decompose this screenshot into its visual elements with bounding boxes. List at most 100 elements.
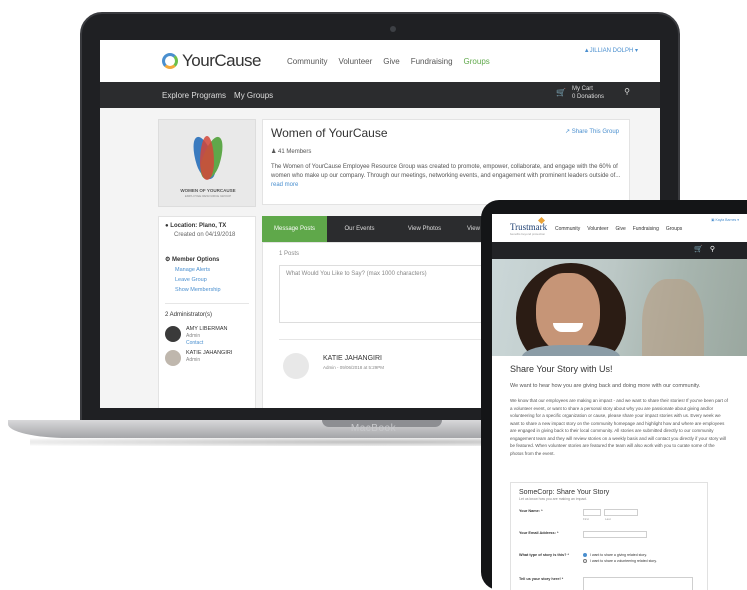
sub-nav: Explore Programs My Groups 🛒 My Cart 0 D… bbox=[100, 82, 660, 108]
cart-title: My Cart bbox=[571, 86, 593, 92]
group-logo-line2: EMPLOYEE RESOURCE GROUP bbox=[184, 194, 232, 198]
story-form: SomeCorp: Share Your Story Let us know h… bbox=[510, 482, 708, 590]
avatar bbox=[165, 350, 181, 366]
story-row: Tell us your story here! * bbox=[519, 577, 699, 590]
show-membership-link[interactable]: Show Membership bbox=[165, 287, 249, 293]
subnav-explore-programs[interactable]: Explore Programs bbox=[162, 91, 226, 100]
nav-volunteer[interactable]: Volunteer bbox=[338, 57, 372, 66]
location: ● Location: Plano, TX bbox=[165, 223, 227, 229]
cart-button[interactable]: 🛒 My Cart 0 Donations bbox=[556, 85, 604, 101]
group-sidebar: ● Location: Plano, TX Created on 04/19/2… bbox=[158, 216, 256, 408]
top-header: YourCause Community Volunteer Give Fundr… bbox=[100, 40, 660, 82]
post-author: KATIE JAHANGIRI bbox=[323, 355, 382, 362]
nav-groups[interactable]: Groups bbox=[464, 57, 490, 66]
story-heading: Share Your Story with Us! bbox=[510, 364, 613, 374]
last-caption: Last bbox=[605, 517, 611, 521]
name-label: Your Name: * bbox=[519, 509, 543, 513]
nav-groups[interactable]: Groups bbox=[666, 226, 682, 232]
members-text: 41 Members bbox=[278, 149, 312, 155]
member-options-title: ⚙ Member Options bbox=[165, 257, 220, 263]
avatar bbox=[283, 353, 309, 379]
last-name-input[interactable] bbox=[604, 509, 638, 516]
admin-item: AMY LIBERMAN Admin Contact bbox=[165, 326, 249, 346]
divider bbox=[279, 339, 515, 340]
group-description: The Women of YourCause Employee Resource… bbox=[271, 163, 625, 190]
post-message-input[interactable]: What Would You Like to Say? (max 1000 ch… bbox=[279, 265, 515, 323]
admin-role: Admin bbox=[186, 333, 201, 339]
manage-alerts-link[interactable]: Manage Alerts bbox=[165, 267, 249, 273]
cart-icon[interactable]: 🛒 bbox=[694, 245, 703, 253]
user-menu[interactable]: ▣ Kayla Barnes ▾ bbox=[711, 218, 739, 222]
yourcause-logo[interactable]: YourCause bbox=[162, 51, 262, 71]
post-count: 1 Posts bbox=[279, 251, 300, 257]
leave-group-link[interactable]: Leave Group bbox=[165, 277, 249, 283]
nav-give[interactable]: Give bbox=[615, 226, 625, 232]
tab-view-photos[interactable]: View Photos bbox=[392, 216, 457, 242]
location-text: Location: Plano, TX bbox=[170, 223, 227, 229]
tablet-subbar: 🛒 ⚲ bbox=[492, 242, 747, 259]
tab-our-events[interactable]: Our Events bbox=[327, 216, 392, 242]
cart-count: 0 Donations bbox=[571, 94, 604, 100]
logo-ring-icon bbox=[162, 53, 178, 69]
volunteering-story-radio[interactable]: I want to share a volunteering related s… bbox=[583, 559, 657, 563]
name-row: Your Name: * First Last bbox=[519, 509, 699, 523]
member-count: ♟ 41 Members bbox=[271, 149, 312, 155]
admins-title: 2 Administrator(s) bbox=[165, 312, 213, 318]
email-input[interactable] bbox=[583, 531, 647, 538]
user-menu[interactable]: ▲JILLIAN DOLPH ▾ bbox=[584, 47, 638, 54]
leaf-red bbox=[200, 136, 214, 180]
subnav-my-groups[interactable]: My Groups bbox=[234, 91, 273, 100]
post-meta: Admin - 09/06/2018 at 5:29PM bbox=[323, 365, 385, 370]
share-label: Share This Group bbox=[571, 129, 619, 135]
background-person bbox=[642, 279, 704, 356]
hero-face bbox=[536, 273, 600, 353]
cart-icon: 🛒 bbox=[556, 88, 566, 97]
radio-selected-icon bbox=[583, 553, 587, 557]
admin-contact-link[interactable]: Contact bbox=[186, 340, 227, 346]
created-date: Created on 04/19/2018 bbox=[174, 232, 236, 238]
admin-name: KATIE JAHANGIRI bbox=[186, 350, 233, 356]
radio-empty-icon bbox=[583, 559, 587, 563]
main-nav: Community Volunteer Give Fundraising Gro… bbox=[287, 57, 490, 66]
admin-role: Admin bbox=[186, 357, 201, 363]
admin-item: KATIE JAHANGIRI Admin bbox=[165, 350, 249, 366]
type-label: What type of story is this? * bbox=[519, 553, 569, 557]
story-label: Tell us your story here! * bbox=[519, 577, 564, 581]
tablet-screen: Trustmark benefits beyond protection Com… bbox=[492, 214, 747, 590]
story-body: We know that our employees are making an… bbox=[510, 398, 728, 456]
type-row: What type of story is this? * I want to … bbox=[519, 553, 699, 569]
nav-community[interactable]: Community bbox=[555, 226, 580, 232]
tablet-header: Trustmark benefits beyond protection Com… bbox=[492, 214, 747, 242]
share-group-link[interactable]: ↗ Share This Group bbox=[565, 128, 619, 135]
nav-community[interactable]: Community bbox=[287, 57, 327, 66]
hero-smile bbox=[553, 323, 583, 332]
nav-fundraising[interactable]: Fundraising bbox=[633, 226, 659, 232]
hero-shirt bbox=[522, 345, 620, 356]
volunteering-option-label: I want to share a volunteering related s… bbox=[590, 559, 657, 563]
nav-volunteer[interactable]: Volunteer bbox=[587, 226, 608, 232]
options-title-text: Member Options bbox=[172, 257, 220, 263]
description-text: The Women of YourCause Employee Resource… bbox=[271, 164, 621, 179]
divider bbox=[165, 303, 249, 304]
email-label: Your Email Address: * bbox=[519, 531, 559, 535]
logo-tagline: benefits beyond protection bbox=[510, 232, 546, 236]
first-name-input[interactable] bbox=[583, 509, 601, 516]
giving-story-radio[interactable]: I want to share a giving related story. bbox=[583, 553, 657, 557]
group-logo-line1: WOMEN OF YOURCAUSE bbox=[180, 188, 236, 193]
story-textarea[interactable] bbox=[583, 577, 693, 590]
form-subtitle: Let us know how you are making an impact… bbox=[519, 497, 588, 501]
form-title: SomeCorp: Share Your Story bbox=[519, 489, 610, 496]
read-more-link[interactable]: read more bbox=[271, 182, 298, 188]
search-icon[interactable]: ⚲ bbox=[710, 245, 715, 253]
tab-message-posts[interactable]: Message Posts bbox=[262, 216, 327, 242]
first-caption: First bbox=[583, 517, 589, 521]
giving-option-label: I want to share a giving related story. bbox=[590, 553, 647, 557]
story-intro: We want to hear how you are giving back … bbox=[510, 383, 701, 389]
logo-text: YourCause bbox=[182, 51, 262, 70]
nav-fundraising[interactable]: Fundraising bbox=[411, 57, 453, 66]
type-options: I want to share a giving related story. … bbox=[583, 553, 657, 569]
search-icon[interactable]: ⚲ bbox=[624, 87, 630, 96]
tablet-nav: Community Volunteer Give Fundraising Gro… bbox=[555, 226, 682, 232]
hero-image bbox=[492, 259, 747, 356]
nav-give[interactable]: Give bbox=[383, 57, 399, 66]
